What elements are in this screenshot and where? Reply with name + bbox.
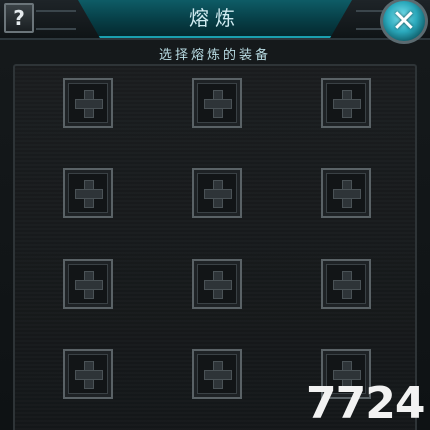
plus-icon-center [214, 371, 222, 379]
equipment-slot-4[interactable] [63, 168, 113, 218]
question-icon: ? [13, 6, 25, 30]
window-title: 熔炼 [189, 6, 241, 30]
equipment-slot-6[interactable] [321, 168, 371, 218]
equipment-slot-7[interactable] [63, 259, 113, 309]
equipment-slot-5[interactable] [192, 168, 242, 218]
plus-icon-center [85, 281, 93, 289]
close-icon: ✕ [391, 3, 417, 39]
plus-icon-center [85, 371, 93, 379]
header-decoration-left [36, 10, 76, 30]
instruction-text: 选择熔炼的装备 [158, 48, 271, 63]
help-button[interactable]: ? [4, 3, 34, 33]
plus-icon-center [343, 190, 351, 198]
plus-icon-center [214, 100, 222, 108]
equipment-slot-8[interactable] [192, 259, 242, 309]
smelt-window: ? 熔炼 ✕ 选择熔炼的装备 7724 [0, 0, 430, 430]
equipment-slot-10[interactable] [63, 349, 113, 399]
plus-icon-center [214, 190, 222, 198]
plus-icon-center [85, 100, 93, 108]
equipment-slot-11[interactable] [192, 349, 242, 399]
plus-icon-center [343, 100, 351, 108]
equipment-slot-1[interactable] [63, 78, 113, 128]
equipment-slot-panel [13, 64, 417, 430]
equipment-slot-9[interactable] [321, 259, 371, 309]
equipment-slot-3[interactable] [321, 78, 371, 128]
equipment-slot-2[interactable] [192, 78, 242, 128]
plus-icon-center [214, 281, 222, 289]
plus-icon-center [85, 190, 93, 198]
watermark-logo: 7724 [306, 378, 425, 429]
plus-icon-center [343, 281, 351, 289]
close-button[interactable]: ✕ [380, 0, 428, 44]
